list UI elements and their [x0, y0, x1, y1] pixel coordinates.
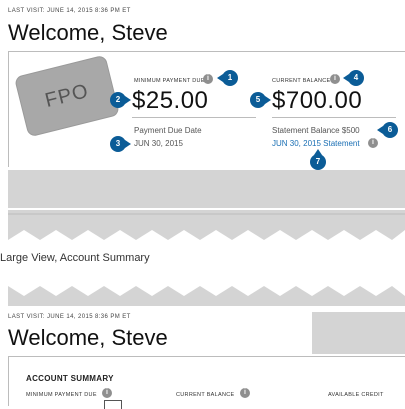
min-payment-input-box	[104, 400, 122, 409]
header-divider-2	[8, 356, 405, 357]
last-visit-text: LAST VISIT: JUNE 14, 2015 8:36 PM ET	[8, 8, 131, 14]
content-placeholder-bar	[8, 170, 405, 208]
current-balance-label: CURRENT BALANCE	[272, 78, 331, 84]
min-payment-info-icon[interactable]: i	[203, 74, 213, 84]
payment-due-label: Payment Due Date	[134, 126, 202, 135]
current-balance-info-icon[interactable]: i	[330, 74, 340, 84]
welcome-heading-2: Welcome, Steve	[8, 325, 168, 350]
min-payment-label-2: MINIMUM PAYMENT DUE	[26, 392, 97, 398]
account-summary-title: ACCOUNT SUMMARY	[26, 374, 114, 383]
card-image-placeholder: FPO	[13, 54, 121, 138]
annotation-marker-7: 7	[310, 149, 326, 170]
min-payment-amount: $25.00	[132, 87, 209, 114]
header-placeholder-box	[312, 312, 405, 354]
panel-left-border-2	[8, 356, 9, 406]
min-payment-label: MINIMUM PAYMENT DUE	[134, 78, 205, 84]
annotation-marker-6: 6	[377, 122, 398, 138]
payment-due-date: JUN 30, 2015	[134, 139, 183, 148]
annotation-marker-1: 1	[217, 70, 238, 86]
card-placeholder-label: FPO	[42, 79, 91, 112]
figure-caption: Large View, Account Summary	[0, 252, 150, 264]
welcome-heading: Welcome, Steve	[8, 20, 168, 45]
current-balance-amount: $700.00	[272, 87, 363, 114]
current-balance-label-2: CURRENT BALANCE	[176, 392, 235, 398]
statement-balance-text: Statement Balance $500	[272, 126, 360, 135]
annotation-marker-2: 2	[110, 92, 131, 108]
statement-link[interactable]: JUN 30, 2015 Statement	[272, 139, 360, 148]
min-payment-divider	[132, 117, 256, 118]
panel-left-border	[8, 51, 9, 167]
torn-edge-top	[8, 210, 405, 240]
statement-info-icon[interactable]: i	[368, 138, 378, 148]
header-divider	[8, 51, 405, 52]
annotation-marker-4: 4	[343, 70, 364, 86]
min-payment-info-icon-2[interactable]: i	[102, 388, 112, 398]
annotation-marker-5: 5	[250, 92, 271, 108]
current-balance-info-icon-2[interactable]: i	[240, 388, 250, 398]
current-balance-divider	[272, 117, 396, 118]
annotation-marker-3: 3	[110, 136, 131, 152]
available-credit-label: AVAILABLE CREDIT	[328, 392, 384, 398]
last-visit-text-2: LAST VISIT: JUNE 14, 2015 8:36 PM ET	[8, 314, 131, 320]
